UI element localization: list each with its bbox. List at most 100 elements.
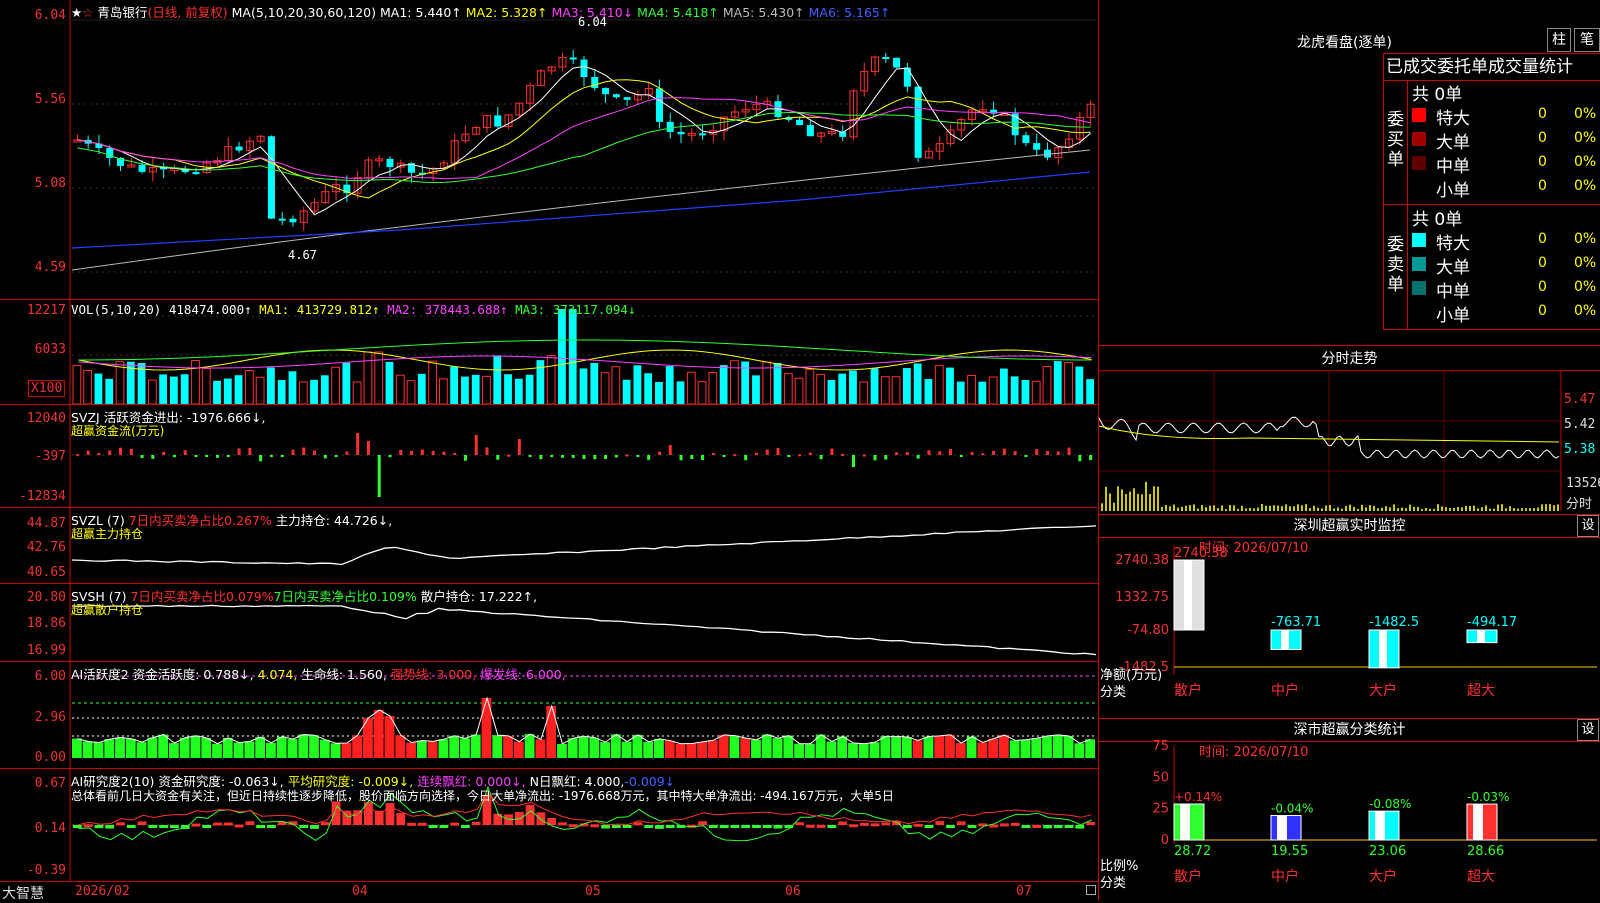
intraday-volume-bar (1453, 507, 1455, 511)
ma6-value: MA6: 5.165↑ (808, 5, 891, 20)
intraday-chart[interactable] (1099, 346, 1600, 514)
research-bar (902, 825, 912, 828)
candle-body (666, 121, 674, 132)
ai1-header: AI活跃度2 资金活跃度: 0.788↓, 4.074, 生命线: 1.560,… (71, 664, 566, 683)
research-bar (1021, 825, 1031, 828)
flow-bar (862, 454, 866, 457)
activity-bar (998, 735, 1009, 758)
intraday-volume-bar (1485, 505, 1487, 511)
intraday-panel[interactable]: 分时走势 5.47 5.42 5.38 13526 分时 (1099, 346, 1600, 515)
flow-bar (539, 455, 543, 460)
intraday-volume-bar (1317, 507, 1319, 511)
activity-bar (104, 739, 115, 758)
ma-definition: MA(5,10,20,30,60,120) (231, 5, 377, 20)
net-amount-chart[interactable]: 2740.38 1332.75 -74.80 -1482.5 2740.38 散户 -763… (1099, 515, 1600, 718)
research-bar (256, 825, 266, 829)
x-tick: 05 (585, 884, 601, 899)
research-bar (558, 822, 567, 826)
volume-panel[interactable]: VOL(5,10,20) 418474.000↑ MA1: 413729.812… (0, 300, 1098, 405)
activity-bar (891, 736, 901, 758)
research-bar (396, 813, 406, 825)
ratio-value-label: 28.72 (1174, 844, 1211, 859)
main-chart-area[interactable]: ★☆ 青岛银行(日线, 前复权) MA(5,10,20,30,60,120) M… (0, 0, 1098, 903)
activity-bar (783, 735, 794, 758)
flow-bar (410, 450, 414, 455)
intraday-volume-bar (1397, 508, 1399, 511)
flow-bar (226, 455, 230, 457)
star-icon[interactable]: ★ (71, 5, 82, 20)
price-panel[interactable]: ★☆ 青岛银行(日线, 前复权) MA(5,10,20,30,60,120) M… (0, 0, 1098, 300)
ai-research-panel[interactable]: AI研究度2(10) 资金研究度: -0.063↓, 平均研究度: -0.009… (0, 769, 1098, 881)
stats-tab[interactable]: 已成交委托单成交量统计 (1383, 53, 1600, 81)
realtime-monitor-panel[interactable]: 深圳超赢实时监控 设 时间: 2026/07/10 2740.38 1332.75… (1099, 515, 1600, 719)
flow-bar (291, 449, 295, 455)
svzj-panel[interactable]: SVZJ 活跃资金进出: -1976.666↓, 超赢资金流(万元) 12040… (0, 405, 1098, 508)
flow-bar (140, 455, 144, 459)
order-count: 0 (1538, 130, 1547, 146)
ratio-chart[interactable]: 75 50 25 0 +0.14% 28.72 散户 -0.04% 19.55 中户 -0.08% 2… (1099, 719, 1600, 900)
candle-body (591, 77, 599, 89)
vol-label[interactable]: VOL(5,10,20) (71, 302, 161, 317)
brand-label[interactable]: 大智慧 (2, 883, 44, 903)
volume-bar (170, 376, 178, 404)
lock-icon[interactable] (1086, 885, 1096, 895)
volume-bar (213, 380, 221, 404)
intraday-footer: 分时 (1566, 497, 1593, 512)
dragon-tiger-panel: 龙虎看盘(逐单) 柱 笔 已成交委托单成交量统计 委买单 共 0单 特大 0 0% 大… (1099, 0, 1600, 346)
volume-bar (849, 370, 857, 404)
sell-order-box: 委卖单 共 0单 特大 0 0% 大单 0 0% 中单 0 0% 小单 0 0% (1383, 204, 1600, 330)
volume-bar (406, 380, 416, 404)
volume-bar (191, 359, 200, 404)
ai-activity-panel[interactable]: AI活跃度2 资金活跃度: 0.788↓, 4.074, 生命线: 1.560,… (0, 662, 1098, 769)
net-bar-highlight (1184, 560, 1192, 630)
flow-bar (269, 455, 273, 457)
ma-line (77, 111, 1091, 184)
flow-bar (485, 447, 489, 455)
candle-body (192, 172, 200, 175)
buy-side-label: 委买单 (1384, 80, 1408, 204)
bar-view-button[interactable]: 柱 (1547, 28, 1571, 52)
flow-bar (323, 455, 327, 459)
volume-bar (310, 379, 318, 404)
tick-view-button[interactable]: 笔 (1574, 28, 1600, 52)
color-swatch (1412, 257, 1426, 271)
intraday-volume-bar (1281, 506, 1283, 511)
monitor-axis-tick: -74.80 (1127, 623, 1169, 638)
intraday-volume-bar (1557, 504, 1559, 511)
activity-bar (1052, 734, 1063, 758)
activity-bar (977, 742, 988, 758)
volume-bar (493, 355, 502, 404)
volume-bar (147, 379, 157, 404)
intraday-volume-bar (1229, 505, 1231, 511)
color-swatch (1412, 132, 1426, 146)
net-bar-highlight (1281, 630, 1289, 650)
intraday-volume-bar (1101, 503, 1103, 511)
research-bar (730, 825, 740, 828)
research-bar (245, 821, 255, 825)
svzl-panel[interactable]: SVZL (7) 7日内买卖净占比0.267% 主力持仓: 44.726↓, 超… (0, 508, 1098, 584)
flow-bar (798, 454, 802, 457)
volume-bar (1086, 379, 1094, 404)
volume-bar (730, 360, 739, 404)
ma4-value: MA4: 5.418↑ (637, 5, 719, 20)
volume-bar (94, 373, 103, 404)
ratio-bar-highlight (1277, 815, 1287, 840)
intraday-volume-bar (1249, 507, 1251, 511)
ai1-label[interactable]: AI活跃度2 (71, 667, 129, 682)
buy-order-box: 委买单 共 0单 特大 0 0% 大单 0 0% 中单 0 0% 小单 0 0% (1383, 80, 1600, 205)
svsh-panel[interactable]: SVSH (7) 7日内买卖净占比0.079%7日内买卖净占比0.109% 散户… (0, 584, 1098, 662)
activity-bar (718, 734, 729, 758)
ai1-burst: 爆发线: 6.000, (480, 667, 566, 682)
volume-bar (967, 375, 976, 404)
research-bar (170, 825, 179, 828)
candlestick-chart[interactable] (0, 0, 1098, 299)
monitor-cat-label: 分类 (1100, 685, 1127, 700)
research-bar (267, 825, 276, 828)
category-label: 中户 (1271, 868, 1299, 885)
classify-panel[interactable]: 深市超赢分类统计 设 时间: 2026/07/10 75 50 25 0 +0.14% 2… (1099, 719, 1600, 900)
stock-name[interactable]: 青岛银行 (97, 5, 147, 20)
flow-bar (690, 455, 694, 460)
adjust-mode[interactable]: (日线, 前复权) (147, 5, 227, 20)
intraday-volume-bar (1297, 504, 1299, 511)
volume-bar (978, 381, 987, 404)
